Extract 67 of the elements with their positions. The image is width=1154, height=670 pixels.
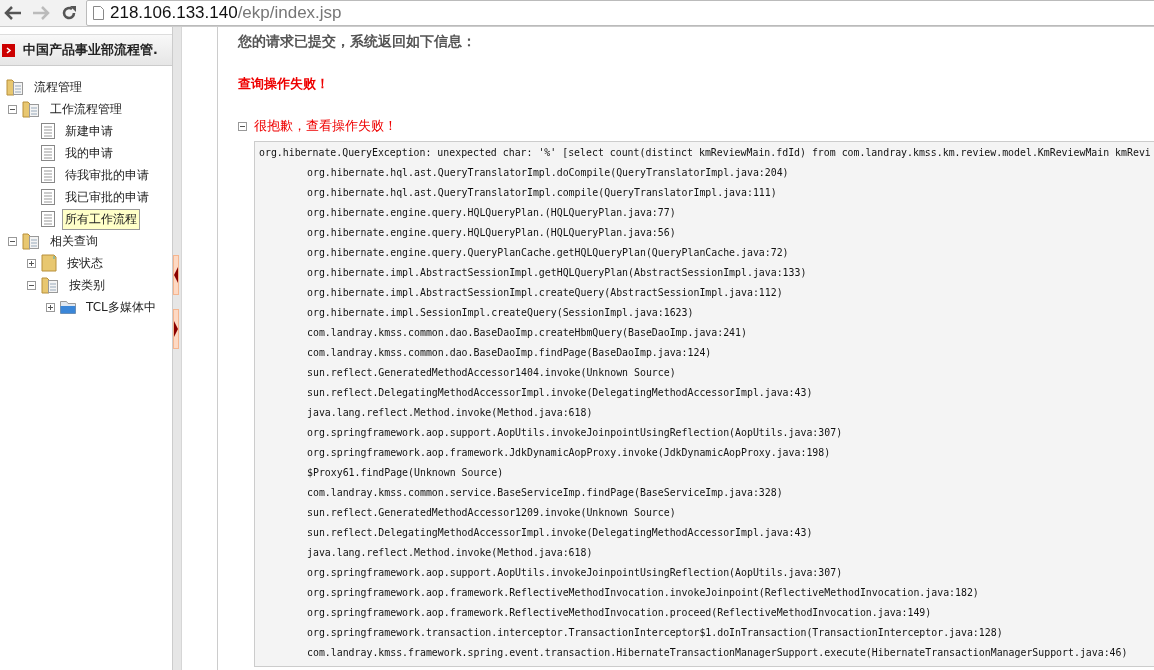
stack-trace-line: java.lang.reflect.Method.invoke(Method.java:618) [307,547,593,558]
folder-icon [41,254,57,272]
tree-item[interactable]: 我已审批的申请 [62,186,152,208]
document-icon [41,123,55,139]
tree-item[interactable]: 待我审批的申请 [62,164,152,186]
collapse-icon[interactable] [238,121,247,131]
tree-item[interactable]: 所有工作流程 [62,208,140,230]
error-heading: 查询操作失败！ [238,75,330,93]
stack-trace-line: org.hibernate.QueryException: unexpected char: '%' [select count(distinct kmReviewMain.fdId) from com.landray.kmss.km.review.model.KmReviewMain kmRevi [259,147,1151,158]
address-bar[interactable]: 218.106.133.140/ekp/index.jsp [86,0,1154,26]
folder-icon [22,100,40,118]
page-icon [93,6,104,20]
stack-trace-line: sun.reflect.GeneratedMethodAccessor1209.invoke(Unknown Source) [307,507,676,518]
folder-icon [22,232,40,250]
collapse-icon[interactable] [7,236,17,246]
stack-trace-line: org.hibernate.impl.AbstractSessionImpl.getHQLQueryPlan(AbstractSessionImpl.java:133) [307,267,807,278]
stack-trace-line: org.hibernate.engine.query.HQLQueryPlan.(HQLQueryPlan.java:77) [307,207,676,218]
tree-item[interactable]: 相关查询 [47,230,101,252]
stack-trace-line: com.landray.kmss.common.dao.BaseDaoImp.createHbmQuery(BaseDaoImp.java:241) [307,327,747,338]
tree-item[interactable]: TCL多媒体中 [83,296,159,318]
panel-title: 中国产品事业部流程管. [23,41,158,59]
stack-trace-line: org.hibernate.impl.SessionImpl.createQuery(SessionImpl.java:1623) [307,307,694,318]
folder-icon [60,300,76,314]
reload-icon [61,5,77,21]
left-triangle-icon [174,265,178,285]
stack-trace-line: org.hibernate.impl.AbstractSessionImpl.createQuery(AbstractSessionImpl.java:112) [307,287,783,298]
stack-trace-line: com.landray.kmss.common.service.BaseServiceImp.findPage(BaseServiceImp.java:328) [307,487,783,498]
right-triangle-icon [174,319,178,339]
stack-trace-line: com.landray.kmss.framework.spring.event.transaction.HibernateTransactionManagerSupport.execute(HibernateTransactionManagerSupport.java:46) [307,647,1128,658]
folder-icon [41,276,59,294]
expand-toggle[interactable] [173,309,179,349]
stack-trace-line: org.hibernate.engine.query.QueryPlanCache.getHQLQueryPlan(QueryPlanCache.java:72) [307,247,789,258]
status-message: 您的请求已提交，系统返回如下信息： [238,33,477,51]
stack-trace-line: org.springframework.aop.support.AopUtils.invokeJoinpointUsingReflection(AopUtils.java:307) [307,567,843,578]
collapse-icon[interactable] [26,280,36,290]
forward-arrow-icon [32,6,50,20]
document-icon [41,189,55,205]
document-icon [41,145,55,161]
stack-trace-line: java.lang.reflect.Method.invoke(Method.java:618) [307,407,593,418]
stack-trace-line: org.hibernate.hql.ast.QueryTranslatorImpl.doCompile(QueryTranslatorImpl.java:204) [307,167,789,178]
document-icon [41,167,55,183]
folder-icon [6,78,24,96]
stack-trace-line: org.springframework.aop.framework.JdkDynamicAopProxy.invoke(JdkDynamicAopProxy.java:198) [307,447,831,458]
stack-trace-line: sun.reflect.DelegatingMethodAccessorImpl.invoke(DelegatingMethodAccessorImpl.java:43) [307,527,813,538]
tree-item[interactable]: 流程管理 [31,76,85,98]
stack-trace-line: org.springframework.aop.framework.ReflectiveMethodInvocation.invokeJoinpoint(ReflectiveMethodInvocation.java:182) [307,587,979,598]
collapse-toggle[interactable] [173,255,179,295]
expand-icon[interactable] [26,258,36,268]
document-icon [41,211,55,227]
stack-trace-line: $Proxy61.findPage(Unknown Source) [307,467,504,478]
stack-trace-line: org.springframework.transaction.interceptor.TransactionInterceptor$1.doInTransaction(TransactionInterceptor.java:128) [307,627,1003,638]
tree-item[interactable]: 我的申请 [62,142,116,164]
tree-item[interactable]: 按类别 [66,274,108,296]
stack-trace-line: org.hibernate.engine.query.HQLQueryPlan.(HQLQueryPlan.java:56) [307,227,676,238]
collapse-icon[interactable] [7,104,17,114]
error-detail-title: 很抱歉，查看操作失败！ [254,117,397,135]
stack-trace-line: org.springframework.aop.support.AopUtils.invokeJoinpointUsingReflection(AopUtils.java:307) [307,427,843,438]
back-arrow-icon [4,6,22,20]
expand-icon[interactable] [45,302,55,312]
stack-trace-line: sun.reflect.DelegatingMethodAccessorImpl.invoke(DelegatingMethodAccessorImpl.java:43) [307,387,813,398]
tree-item[interactable]: 工作流程管理 [47,98,125,120]
stack-trace-line: sun.reflect.GeneratedMethodAccessor1404.invoke(Unknown Source) [307,367,676,378]
tree-item[interactable]: 新建申请 [62,120,116,142]
stack-trace-line: org.hibernate.hql.ast.QueryTranslatorImpl.compile(QueryTranslatorImpl.java:111) [307,187,777,198]
stack-trace-line: org.springframework.aop.framework.ReflectiveMethodInvocation.proceed(ReflectiveMethodInvocation.java:149) [307,607,932,618]
stack-trace-line: com.landray.kmss.common.dao.BaseDaoImp.findPage(BaseDaoImp.java:124) [307,347,712,358]
tree-item[interactable]: 按状态 [64,252,106,274]
